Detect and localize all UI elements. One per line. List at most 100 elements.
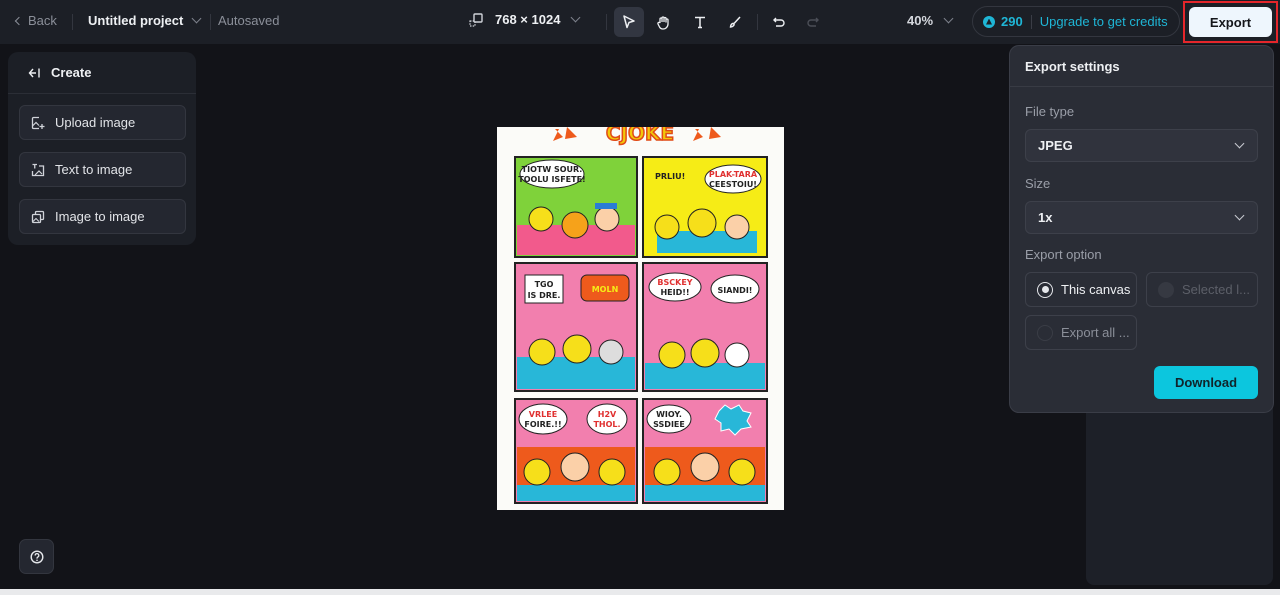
create-panel-title: Create: [51, 65, 92, 80]
svg-text:VRLEE: VRLEE: [529, 410, 557, 419]
save-status: Autosaved: [218, 13, 280, 28]
zoom-dropdown[interactable]: 40%: [907, 13, 954, 28]
cursor-icon: [623, 15, 635, 29]
upgrade-link[interactable]: Upgrade to get credits: [1040, 14, 1168, 29]
option-export-all[interactable]: Export all ...: [1025, 315, 1137, 350]
chevron-down-icon: [1234, 210, 1245, 221]
svg-text:PLAK-TARA: PLAK-TARA: [709, 170, 758, 179]
export-highlight: Export: [1183, 1, 1278, 43]
credits-count: 290: [1001, 14, 1023, 29]
svg-text:CJOKE: CJOKE: [606, 127, 674, 145]
svg-text:TGO: TGO: [535, 280, 554, 289]
zoom-level: 40%: [907, 13, 934, 28]
svg-text:IS DRE.: IS DRE.: [528, 291, 561, 300]
svg-text:CEESTOIU!: CEESTOIU!: [709, 180, 757, 189]
collapse-icon: [28, 68, 40, 77]
export-button[interactable]: Export: [1189, 7, 1272, 37]
text-to-image-button[interactable]: Text to image: [19, 152, 186, 187]
option-selected-layers[interactable]: Selected l...: [1146, 272, 1258, 307]
comic-panel-3: TGO IS DRE. MOLN: [514, 262, 638, 392]
project-name: Untitled project: [88, 13, 184, 28]
select-tool[interactable]: [614, 7, 644, 37]
undo-button[interactable]: [764, 7, 794, 37]
upload-image-label: Upload image: [55, 115, 136, 130]
svg-text:WIOY.: WIOY.: [656, 410, 682, 419]
svg-text:TOOLU ISFETE!: TOOLU ISFETE!: [518, 175, 585, 184]
svg-text:SIANDI!: SIANDI!: [718, 286, 753, 295]
credits-icon: [983, 15, 995, 28]
comic-panel-2: PLAK-TARA CEESTOIU! PRLIU!: [642, 156, 768, 258]
svg-text:H2V: H2V: [598, 410, 617, 419]
export-settings-popover: Export settings File type JPEG Size 1x E…: [1009, 45, 1274, 413]
hand-icon: [656, 15, 669, 30]
file-type-select[interactable]: JPEG: [1025, 129, 1258, 162]
help-button[interactable]: [19, 539, 54, 574]
divider: [606, 14, 607, 30]
text-icon: [695, 16, 705, 29]
back-label: Back: [28, 13, 57, 28]
divider: [1030, 14, 1032, 29]
svg-text:THOL.: THOL.: [593, 420, 620, 429]
svg-text:PRLIU!: PRLIU!: [655, 172, 685, 181]
hand-tool[interactable]: [648, 7, 678, 37]
brush-tool[interactable]: [720, 7, 750, 37]
chevron-down-icon: [943, 13, 954, 24]
chevron-left-icon: [14, 16, 24, 25]
comic-artwork: CJOKE TIOTW SOUR. TOOLU ISFETE! PLAK-TAR…: [497, 127, 784, 510]
text-to-image-icon: [31, 163, 45, 176]
resize-icon: [469, 12, 483, 27]
image-to-image-label: Image to image: [55, 209, 145, 224]
option-label: Export all ...: [1061, 325, 1130, 340]
upload-image-icon: [31, 116, 45, 129]
help-icon: [29, 549, 44, 564]
file-type-label: File type: [1025, 104, 1075, 119]
text-tool[interactable]: [685, 7, 715, 37]
size-value: 1x: [1038, 210, 1053, 225]
top-toolbar: Back Untitled project Autosaved 768 × 10…: [0, 0, 1280, 44]
redo-icon: [807, 17, 819, 27]
svg-text:HEID!!: HEID!!: [660, 288, 689, 297]
option-label: Selected l...: [1182, 282, 1250, 297]
divider: [757, 14, 758, 30]
comic-panel-6: WIOY. SSDIEE: [642, 398, 768, 504]
export-option-label: Export option: [1025, 247, 1102, 262]
svg-text:FOIRE.!!: FOIRE.!!: [524, 420, 561, 429]
create-panel-header[interactable]: Create: [8, 52, 196, 94]
radio-disabled-icon: [1158, 281, 1174, 298]
download-button[interactable]: Download: [1154, 366, 1258, 399]
chevron-down-icon: [570, 12, 581, 23]
canvas-image[interactable]: CJOKE TIOTW SOUR. TOOLU ISFETE! PLAK-TAR…: [497, 127, 784, 510]
comic-panel-5: VRLEE FOIRE.!! H2V THOL.: [514, 398, 638, 504]
svg-text:SSDIEE: SSDIEE: [653, 420, 685, 429]
export-settings-title: Export settings: [1010, 46, 1273, 87]
image-to-image-icon: [31, 210, 45, 223]
size-select[interactable]: 1x: [1025, 201, 1258, 234]
redo-button[interactable]: [798, 7, 828, 37]
canvas-size-dropdown[interactable]: 768 × 1024: [469, 12, 581, 27]
create-panel: Create Upload image Text to image Image …: [8, 52, 196, 245]
option-this-canvas[interactable]: This canvas: [1025, 272, 1137, 307]
svg-text:TIOTW SOUR.: TIOTW SOUR.: [522, 165, 583, 174]
credits-pill[interactable]: 290 Upgrade to get credits: [972, 6, 1180, 37]
svg-text:BSCKEY: BSCKEY: [657, 278, 692, 287]
project-name-dropdown[interactable]: Untitled project: [88, 13, 202, 28]
divider: [210, 14, 211, 30]
back-button[interactable]: Back: [14, 13, 57, 28]
chevron-down-icon: [191, 13, 202, 24]
divider: [72, 14, 73, 30]
comic-panel-1: TIOTW SOUR. TOOLU ISFETE!: [514, 156, 638, 258]
canvas-size: 768 × 1024: [495, 12, 561, 27]
size-label: Size: [1025, 176, 1051, 191]
window-bottom-edge: [0, 589, 1280, 595]
svg-text:MOLN: MOLN: [592, 285, 619, 294]
radio-selected-icon: [1037, 281, 1053, 298]
undo-icon: [773, 17, 785, 27]
image-to-image-button[interactable]: Image to image: [19, 199, 186, 234]
radio-unselected-icon: [1037, 324, 1053, 341]
upload-image-button[interactable]: Upload image: [19, 105, 186, 140]
file-type-value: JPEG: [1038, 138, 1073, 153]
chevron-down-icon: [1234, 138, 1245, 149]
text-to-image-label: Text to image: [55, 162, 133, 177]
comic-panel-4: BSCKEY HEID!! SIANDI!: [642, 262, 768, 392]
option-label: This canvas: [1061, 282, 1131, 297]
